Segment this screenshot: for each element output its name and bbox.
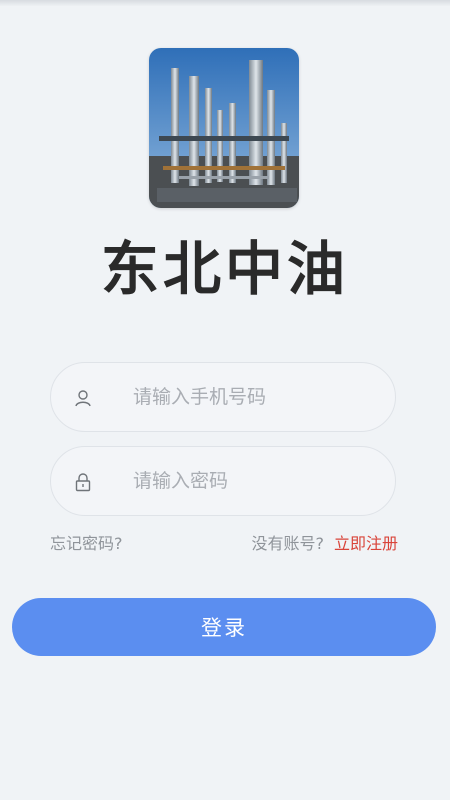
status-bar-shadow: [0, 0, 450, 6]
forgot-password-link[interactable]: 忘记密码?: [50, 532, 123, 556]
login-button[interactable]: 登录: [12, 598, 436, 656]
refinery-image: [149, 48, 299, 208]
register-row: 没有账号? 立即注册: [251, 532, 398, 556]
phone-input[interactable]: [133, 380, 373, 414]
register-link[interactable]: 立即注册: [334, 534, 398, 553]
password-input[interactable]: [133, 464, 373, 498]
app-logo: [149, 48, 299, 208]
app-title: 东北中油: [100, 235, 349, 303]
password-field[interactable]: [50, 446, 396, 516]
phone-field[interactable]: [50, 362, 396, 432]
lock-icon: [73, 472, 93, 492]
user-icon: [73, 388, 93, 408]
no-account-text: 没有账号?: [251, 534, 324, 553]
